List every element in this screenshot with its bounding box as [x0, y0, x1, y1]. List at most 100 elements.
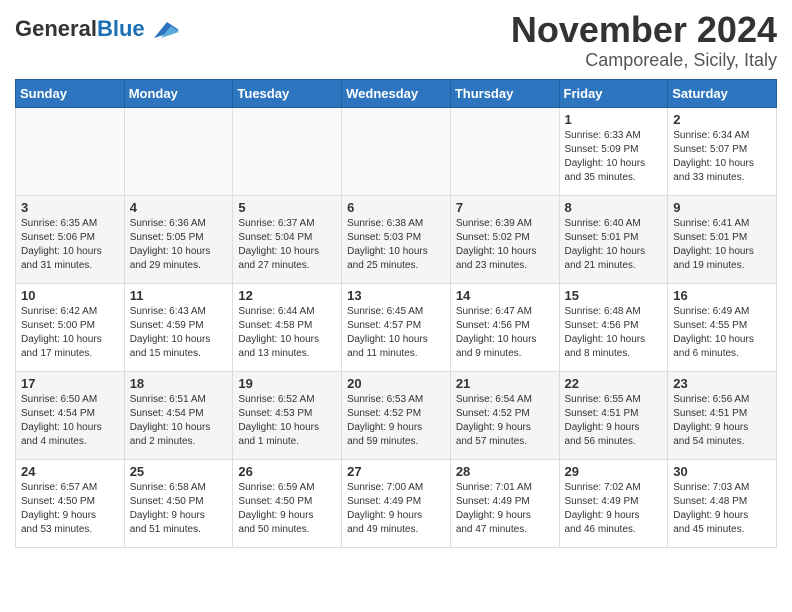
- calendar-cell: 13 Sunrise: 6:45 AM Sunset: 4:57 PM Dayli…: [342, 283, 451, 371]
- day-info: Sunrise: 6:47 AM Sunset: 4:56 PM Dayligh…: [456, 305, 554, 361]
- day-info: Sunrise: 6:37 AM Sunset: 5:04 PM Dayligh…: [238, 217, 336, 273]
- calendar-week-row: 3Sunrise: 6:35 AM Sunset: 5:06 PM Daylig…: [16, 195, 777, 283]
- day-info: Sunrise: 6:53 AM Sunset: 4:52 PM Dayligh…: [347, 393, 445, 449]
- calendar-cell: 11Sunrise: 6:43 AM Sunset: 4:59 PM Dayli…: [124, 283, 233, 371]
- weekday-header: Sunday: [16, 79, 125, 107]
- calendar-cell: 10 Sunrise: 6:42 AM Sunset: 5:00 PM Dayli…: [16, 283, 125, 371]
- calendar-cell: 22 Sunrise: 6:55 AM Sunset: 4:51 PM Dayli…: [559, 371, 668, 459]
- calendar-cell: 8 Sunrise: 6:40 AM Sunset: 5:01 PM Daylig…: [559, 195, 668, 283]
- day-number: 8: [565, 200, 663, 215]
- day-number: 11: [130, 288, 228, 303]
- calendar-cell: [450, 107, 559, 195]
- weekday-header: Saturday: [668, 79, 777, 107]
- calendar-cell: 1 Sunrise: 6:33 AM Sunset: 5:09 PM Daylig…: [559, 107, 668, 195]
- header: GeneralBlue November 2024 Camporeale, Si…: [15, 10, 777, 71]
- calendar-cell: 3Sunrise: 6:35 AM Sunset: 5:06 PM Daylig…: [16, 195, 125, 283]
- day-number: 25: [130, 464, 228, 479]
- day-number: 6: [347, 200, 445, 215]
- calendar-cell: 20 Sunrise: 6:53 AM Sunset: 4:52 PM Dayli…: [342, 371, 451, 459]
- calendar-cell: 25Sunrise: 6:58 AM Sunset: 4:50 PM Dayli…: [124, 459, 233, 547]
- day-info: Sunrise: 6:35 AM Sunset: 5:06 PM Dayligh…: [21, 217, 119, 273]
- calendar-cell: 24 Sunrise: 6:57 AM Sunset: 4:50 PM Dayli…: [16, 459, 125, 547]
- calendar-cell: 18 Sunrise: 6:51 AM Sunset: 4:54 PM Dayli…: [124, 371, 233, 459]
- title-block: November 2024 Camporeale, Sicily, Italy: [511, 10, 777, 71]
- day-number: 20: [347, 376, 445, 391]
- calendar-cell: 30Sunrise: 7:03 AM Sunset: 4:48 PM Dayli…: [668, 459, 777, 547]
- calendar-cell: 12 Sunrise: 6:44 AM Sunset: 4:58 PM Dayli…: [233, 283, 342, 371]
- day-number: 26: [238, 464, 336, 479]
- calendar-cell: 4 Sunrise: 6:36 AM Sunset: 5:05 PM Daylig…: [124, 195, 233, 283]
- calendar-week-row: 17 Sunrise: 6:50 AM Sunset: 4:54 PM Dayli…: [16, 371, 777, 459]
- logo-icon: [149, 18, 179, 40]
- page: GeneralBlue November 2024 Camporeale, Si…: [0, 0, 792, 563]
- day-info: Sunrise: 6:51 AM Sunset: 4:54 PM Dayligh…: [130, 393, 228, 449]
- day-info: Sunrise: 7:00 AM Sunset: 4:49 PM Dayligh…: [347, 481, 445, 537]
- day-info: Sunrise: 6:48 AM Sunset: 4:56 PM Dayligh…: [565, 305, 663, 361]
- day-number: 1: [565, 112, 663, 127]
- day-info: Sunrise: 6:50 AM Sunset: 4:54 PM Dayligh…: [21, 393, 119, 449]
- day-info: Sunrise: 6:42 AM Sunset: 5:00 PM Dayligh…: [21, 305, 119, 361]
- calendar-cell: [342, 107, 451, 195]
- day-info: Sunrise: 6:44 AM Sunset: 4:58 PM Dayligh…: [238, 305, 336, 361]
- calendar-week-row: 24 Sunrise: 6:57 AM Sunset: 4:50 PM Dayli…: [16, 459, 777, 547]
- calendar-cell: 29Sunrise: 7:02 AM Sunset: 4:49 PM Dayli…: [559, 459, 668, 547]
- weekday-header: Friday: [559, 79, 668, 107]
- day-info: Sunrise: 6:36 AM Sunset: 5:05 PM Dayligh…: [130, 217, 228, 273]
- calendar-header-row: SundayMondayTuesdayWednesdayThursdayFrid…: [16, 79, 777, 107]
- day-info: Sunrise: 6:54 AM Sunset: 4:52 PM Dayligh…: [456, 393, 554, 449]
- day-number: 19: [238, 376, 336, 391]
- day-number: 12: [238, 288, 336, 303]
- day-info: Sunrise: 6:49 AM Sunset: 4:55 PM Dayligh…: [673, 305, 771, 361]
- day-number: 21: [456, 376, 554, 391]
- weekday-header: Thursday: [450, 79, 559, 107]
- day-number: 4: [130, 200, 228, 215]
- calendar-cell: [233, 107, 342, 195]
- calendar-cell: 7Sunrise: 6:39 AM Sunset: 5:02 PM Daylig…: [450, 195, 559, 283]
- day-info: Sunrise: 7:02 AM Sunset: 4:49 PM Dayligh…: [565, 481, 663, 537]
- calendar-week-row: 1 Sunrise: 6:33 AM Sunset: 5:09 PM Daylig…: [16, 107, 777, 195]
- day-number: 30: [673, 464, 771, 479]
- logo-text: GeneralBlue: [15, 18, 145, 40]
- day-number: 24: [21, 464, 119, 479]
- day-info: Sunrise: 6:56 AM Sunset: 4:51 PM Dayligh…: [673, 393, 771, 449]
- day-number: 27: [347, 464, 445, 479]
- day-number: 2: [673, 112, 771, 127]
- day-number: 28: [456, 464, 554, 479]
- calendar-cell: [124, 107, 233, 195]
- calendar-cell: 19 Sunrise: 6:52 AM Sunset: 4:53 PM Dayli…: [233, 371, 342, 459]
- calendar-cell: 16 Sunrise: 6:49 AM Sunset: 4:55 PM Dayli…: [668, 283, 777, 371]
- day-info: Sunrise: 7:01 AM Sunset: 4:49 PM Dayligh…: [456, 481, 554, 537]
- day-number: 16: [673, 288, 771, 303]
- calendar-cell: 5Sunrise: 6:37 AM Sunset: 5:04 PM Daylig…: [233, 195, 342, 283]
- day-info: Sunrise: 6:41 AM Sunset: 5:01 PM Dayligh…: [673, 217, 771, 273]
- logo-general: General: [15, 16, 97, 41]
- day-number: 17: [21, 376, 119, 391]
- day-number: 22: [565, 376, 663, 391]
- calendar-cell: 27 Sunrise: 7:00 AM Sunset: 4:49 PM Dayli…: [342, 459, 451, 547]
- day-info: Sunrise: 6:59 AM Sunset: 4:50 PM Dayligh…: [238, 481, 336, 537]
- day-number: 18: [130, 376, 228, 391]
- calendar-cell: 15 Sunrise: 6:48 AM Sunset: 4:56 PM Dayli…: [559, 283, 668, 371]
- weekday-header: Wednesday: [342, 79, 451, 107]
- calendar-cell: 28 Sunrise: 7:01 AM Sunset: 4:49 PM Dayli…: [450, 459, 559, 547]
- day-info: Sunrise: 6:40 AM Sunset: 5:01 PM Dayligh…: [565, 217, 663, 273]
- calendar-cell: 2 Sunrise: 6:34 AM Sunset: 5:07 PM Daylig…: [668, 107, 777, 195]
- day-info: Sunrise: 6:38 AM Sunset: 5:03 PM Dayligh…: [347, 217, 445, 273]
- calendar-cell: 14Sunrise: 6:47 AM Sunset: 4:56 PM Dayli…: [450, 283, 559, 371]
- calendar-cell: [16, 107, 125, 195]
- day-info: Sunrise: 6:33 AM Sunset: 5:09 PM Dayligh…: [565, 129, 663, 185]
- day-info: Sunrise: 6:52 AM Sunset: 4:53 PM Dayligh…: [238, 393, 336, 449]
- day-info: Sunrise: 6:45 AM Sunset: 4:57 PM Dayligh…: [347, 305, 445, 361]
- calendar: SundayMondayTuesdayWednesdayThursdayFrid…: [15, 79, 777, 548]
- day-number: 10: [21, 288, 119, 303]
- day-info: Sunrise: 6:34 AM Sunset: 5:07 PM Dayligh…: [673, 129, 771, 185]
- day-number: 23: [673, 376, 771, 391]
- day-info: Sunrise: 6:57 AM Sunset: 4:50 PM Dayligh…: [21, 481, 119, 537]
- day-number: 7: [456, 200, 554, 215]
- day-number: 15: [565, 288, 663, 303]
- day-info: Sunrise: 6:55 AM Sunset: 4:51 PM Dayligh…: [565, 393, 663, 449]
- page-subtitle: Camporeale, Sicily, Italy: [511, 50, 777, 71]
- calendar-cell: 9Sunrise: 6:41 AM Sunset: 5:01 PM Daylig…: [668, 195, 777, 283]
- day-number: 13: [347, 288, 445, 303]
- page-title: November 2024: [511, 10, 777, 50]
